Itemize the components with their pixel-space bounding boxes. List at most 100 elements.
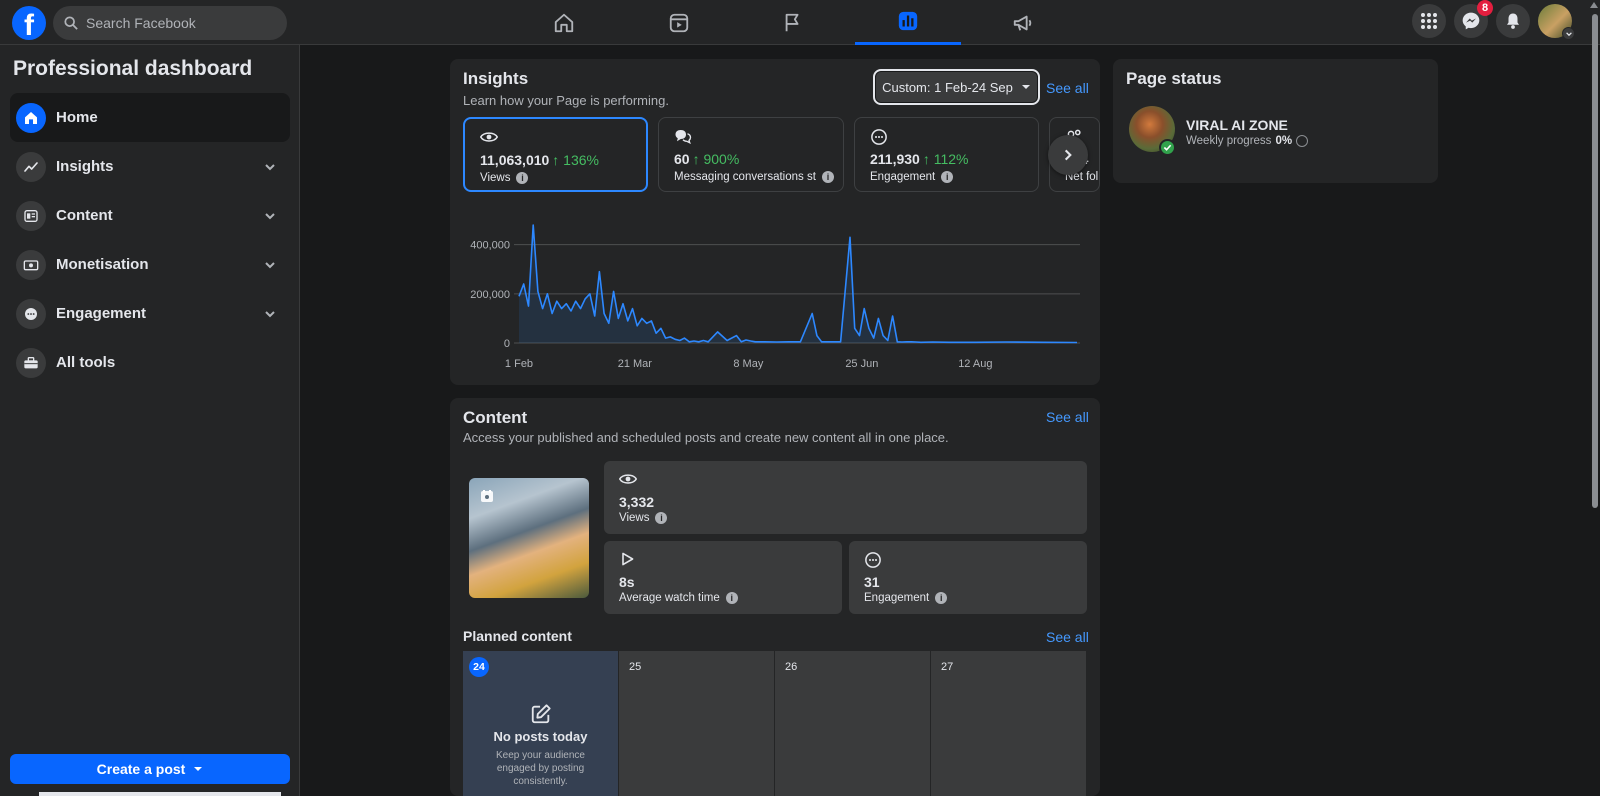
- x-tick-label: 8 May: [733, 358, 763, 370]
- compose-icon[interactable]: [530, 703, 552, 725]
- day-number: 27: [941, 661, 954, 673]
- nav-tab-pages[interactable]: [740, 0, 846, 45]
- day-number: 26: [785, 661, 798, 673]
- info-icon[interactable]: i: [725, 592, 738, 604]
- grid-menu-icon: [1421, 13, 1437, 29]
- page-status-title: Page status: [1126, 69, 1222, 88]
- info-icon[interactable]: i: [822, 171, 834, 183]
- sidebar-item-label: Engagement: [56, 305, 147, 322]
- notification-badge: 8: [1477, 0, 1493, 16]
- metric-label: Views i: [480, 172, 529, 184]
- vertical-scrollbar[interactable]: [1592, 14, 1598, 508]
- calendar-day[interactable]: 25: [619, 651, 774, 796]
- insights-title: Insights: [463, 69, 529, 88]
- metric-value: 211,930 ↑ 112%: [870, 151, 969, 167]
- metric-card-messaging[interactable]: 60↑ 900% Messaging conversations started…: [658, 117, 844, 192]
- post-thumbnail[interactable]: [469, 478, 589, 598]
- stat-value: 31: [864, 574, 880, 590]
- sidebar-item-content[interactable]: Content: [10, 191, 290, 240]
- profile-avatar[interactable]: [1538, 4, 1575, 40]
- y-tick-label: 200,000: [470, 289, 510, 301]
- scroll-up-arrow[interactable]: [1590, 2, 1598, 8]
- chart-svg: 400,000 200,000 0 1 Feb 21 Mar 8 May 25 Jun 12 …: [470, 224, 1080, 370]
- sidebar-item-engagement[interactable]: Engagement: [10, 289, 290, 338]
- nav-tab-ads[interactable]: [970, 0, 1076, 45]
- chevron-down-icon: [1565, 31, 1572, 36]
- calendar-day-today[interactable]: 24 No posts today Keep your audience eng…: [463, 651, 618, 796]
- nav-tab-dashboard[interactable]: [855, 0, 961, 45]
- chevron-right-icon: [1064, 149, 1072, 161]
- sidebar-item-label: Monetisation: [56, 256, 149, 273]
- sidebar-item-insights[interactable]: Insights: [10, 142, 290, 191]
- bell-icon: [1507, 13, 1519, 29]
- insights-subtitle: Learn how your Page is performing.: [463, 93, 669, 108]
- engagement-icon: [865, 552, 881, 568]
- horizontal-scrollbar[interactable]: [39, 792, 281, 796]
- day-number: 25: [629, 661, 642, 673]
- sidebar-item-monetisation[interactable]: Monetisation: [10, 240, 290, 289]
- stat-value: 8s: [619, 574, 635, 590]
- content-see-all-link[interactable]: See all: [1046, 409, 1089, 425]
- chevron-down-icon: [265, 212, 275, 219]
- messenger-button[interactable]: 8: [1454, 0, 1493, 38]
- top-navigation-bar: f 8: [0, 0, 1600, 45]
- planned-content-title: Planned content: [463, 628, 572, 644]
- notifications-button[interactable]: [1496, 4, 1530, 38]
- metric-change: ↑ 900%: [692, 151, 740, 167]
- planned-see-all-link[interactable]: See all: [1046, 629, 1089, 645]
- calendar-day[interactable]: 26: [775, 651, 930, 796]
- y-tick-label: 0: [504, 338, 510, 350]
- x-tick-label: 21 Mar: [618, 358, 653, 370]
- no-posts-title: No posts today: [493, 729, 588, 744]
- sidebar-item-all-tools[interactable]: All tools: [10, 338, 290, 387]
- metric-change: ↑ 112%: [922, 151, 969, 167]
- play-icon: [622, 552, 634, 566]
- search-input[interactable]: [86, 15, 276, 31]
- insights-see-all-link[interactable]: See all: [1046, 80, 1089, 96]
- page-name[interactable]: VIRAL AI ZONE: [1186, 117, 1288, 133]
- metric-value: 60 ↑ 900%: [674, 151, 740, 167]
- info-icon[interactable]: i: [935, 592, 948, 604]
- info-icon[interactable]: i: [516, 172, 529, 184]
- metric-change: ↑ 136%: [552, 152, 599, 168]
- dashboard-chart-icon: [898, 11, 918, 31]
- chevron-down-icon: [265, 310, 275, 317]
- messenger-icon: [1462, 12, 1480, 30]
- weekly-progress: Weekly progress 0%: [1186, 135, 1309, 147]
- metric-label: Engagement i: [870, 171, 954, 183]
- caret-down-icon: [1021, 85, 1030, 89]
- facebook-logo[interactable]: f: [12, 6, 46, 40]
- reel-icon: [481, 490, 493, 502]
- day-number: 24: [469, 657, 489, 677]
- money-icon: [16, 249, 46, 280]
- menu-button[interactable]: [1412, 4, 1446, 38]
- info-icon[interactable]: i: [655, 512, 668, 524]
- caret-down-icon: [194, 767, 203, 771]
- metric-card-views[interactable]: 11,063,010 ↑ 136% Views i: [463, 117, 648, 192]
- date-range-dropdown[interactable]: Custom: 1 Feb-24 Sep: [873, 69, 1040, 105]
- sidebar-item-label: All tools: [56, 354, 116, 371]
- metric-value: 11,063,010 ↑ 136%: [480, 152, 599, 168]
- account-chevron[interactable]: [1562, 27, 1575, 40]
- no-posts-message: No posts today Keep your audience engage…: [463, 703, 618, 788]
- sidebar-item-home[interactable]: Home: [10, 93, 290, 142]
- search-bar[interactable]: [53, 6, 287, 40]
- chevron-down-icon: [265, 261, 275, 268]
- post-watch-time-stat: 8s Average watch time i: [604, 541, 842, 614]
- y-tick-label: 400,000: [470, 240, 510, 252]
- flag-icon: [785, 13, 799, 31]
- top-right-actions: 8: [1412, 0, 1575, 40]
- nav-tab-home[interactable]: [511, 0, 617, 45]
- no-posts-text: Keep your audience engaged by posting co…: [496, 750, 585, 787]
- calendar-day[interactable]: 27: [931, 651, 1086, 796]
- metric-card-engagement[interactable]: 211,930 ↑ 112% Engagement i: [854, 117, 1039, 192]
- eye-icon: [619, 474, 637, 484]
- metrics-next-button[interactable]: [1048, 135, 1088, 175]
- nav-tab-video[interactable]: [626, 0, 732, 45]
- megaphone-icon: [1013, 15, 1032, 31]
- chevron-down-icon: [265, 163, 275, 170]
- x-tick-label: 12 Aug: [958, 358, 992, 370]
- sidebar: Professional dashboard Home Insights Con…: [0, 45, 300, 796]
- create-post-button[interactable]: Create a post: [10, 754, 290, 784]
- info-icon[interactable]: i: [941, 171, 954, 183]
